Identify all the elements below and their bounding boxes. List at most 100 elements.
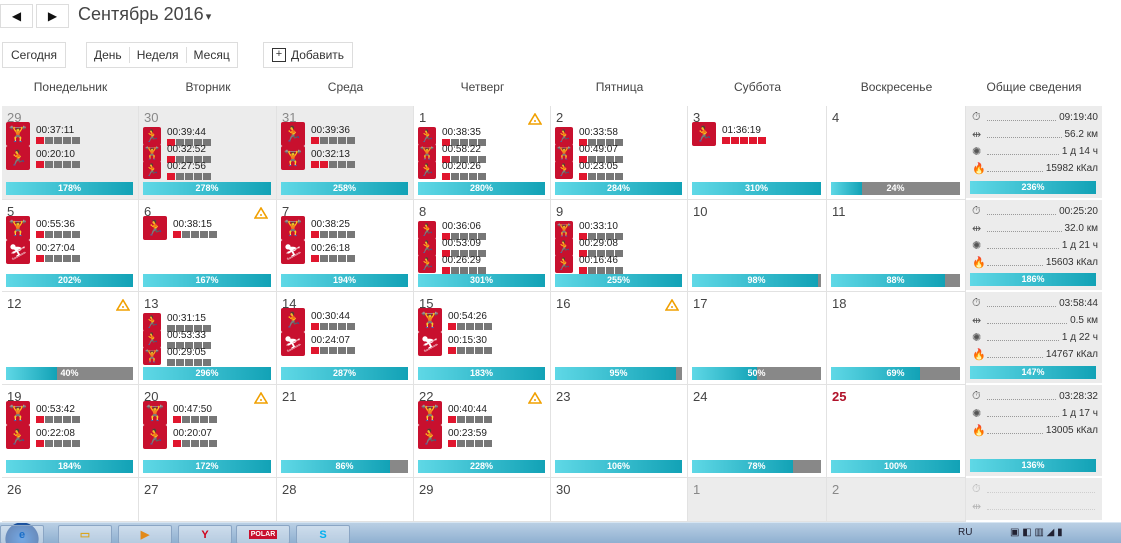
running-icon: 🏃 xyxy=(143,216,167,240)
add-button[interactable]: + Добавить xyxy=(263,42,354,68)
training-load-indicator xyxy=(311,254,355,262)
warning-icon[interactable] xyxy=(253,391,269,404)
day-cell[interactable]: 8 🏃 00:36:06 🏃 00:53:09 🏃 00:26:29 301% xyxy=(414,200,551,292)
activity-entry[interactable]: ⛷ 00:24:07 xyxy=(281,332,355,356)
day-cell[interactable]: 6 🏃 00:38:15 167% xyxy=(139,200,277,292)
day-cell[interactable]: 23 106% xyxy=(551,385,688,478)
taskbar-app[interactable]: Y xyxy=(178,525,232,543)
activity-entry[interactable]: 🏋 00:37:11 xyxy=(6,122,80,146)
activity-entry[interactable]: 🏋 00:29:05 xyxy=(143,346,211,366)
day-cell[interactable]: 19 🏋 00:53:42 🏃 00:22:08 184% xyxy=(2,385,139,478)
activity-details: 00:55:36 xyxy=(36,219,80,238)
day-cell[interactable]: 21 86% xyxy=(277,385,414,478)
day-cell[interactable]: 1 🏃 00:38:35 🏋 00:58:22 🏃 00:20:26 280% xyxy=(414,106,551,200)
day-cell[interactable]: 22 🏋 00:40:44 🏃 00:23:59 228% xyxy=(414,385,551,478)
day-cell[interactable]: 17 50% xyxy=(688,292,827,385)
day-cell[interactable]: 2 🏃 00:33:58 🏋 00:49:07 🏃 00:23:05 284% xyxy=(551,106,688,200)
day-cell[interactable]: 2 xyxy=(827,478,966,522)
warning-icon[interactable] xyxy=(664,298,680,311)
skiing-icon: ⛷ xyxy=(6,240,30,264)
day-number: 9 xyxy=(556,204,564,219)
day-cell[interactable]: 11 88% xyxy=(827,200,966,292)
activity-entry[interactable]: 🏋 00:32:13 xyxy=(281,146,355,170)
day-cell[interactable]: 4 24% xyxy=(827,106,966,200)
activity-entry[interactable]: 🏋 00:54:26 xyxy=(418,308,492,332)
day-cell[interactable]: 20 🏋 00:47:50 🏃 00:20:07 172% xyxy=(139,385,277,478)
view-month-button[interactable]: Месяц xyxy=(187,47,237,63)
day-cell[interactable]: 30 xyxy=(551,478,688,522)
training-load-label: 95% xyxy=(609,368,628,378)
activity-entry[interactable]: 🏃 00:20:10 xyxy=(6,146,80,170)
activity-entry[interactable]: 🏃 00:26:29 xyxy=(418,254,486,274)
warning-icon[interactable] xyxy=(253,206,269,219)
prev-month-button[interactable]: ◀ xyxy=(0,4,33,28)
training-load-label: 167% xyxy=(195,275,219,285)
activity-entry[interactable]: 🏋 00:55:36 xyxy=(6,216,80,240)
taskbar-app[interactable]: e xyxy=(0,525,44,543)
training-load-label: 106% xyxy=(606,461,631,471)
activity-entry[interactable]: 🏃 00:16:46 xyxy=(555,254,623,274)
today-button[interactable]: Сегодня xyxy=(2,42,66,68)
next-month-button[interactable]: ▶ xyxy=(36,4,69,28)
training-load-bar: 287% xyxy=(281,367,408,380)
activity-entry[interactable]: ⛷ 00:26:18 xyxy=(281,240,355,264)
day-cell[interactable]: 27 xyxy=(139,478,277,522)
activity-entry[interactable]: ⛷ 00:27:04 xyxy=(6,240,80,264)
activity-entry[interactable]: 🏋 00:47:50 xyxy=(143,401,217,425)
day-cell[interactable]: 31 🏃 00:39:36 🏋 00:32:13 258% xyxy=(277,106,414,200)
activity-entry[interactable]: 🏃 00:20:07 xyxy=(143,425,217,449)
day-cell[interactable]: 14 🏃 00:30:44 ⛷ 00:24:07 287% xyxy=(277,292,414,385)
day-cell[interactable]: 13 🏃 00:31:15 🏃 00:53:33 🏋 00:29:05 296% xyxy=(139,292,277,385)
day-cell[interactable]: 9 🏋 00:33:10 🏃 00:29:08 🏃 00:16:46 255% xyxy=(551,200,688,292)
day-cell[interactable]: 1 xyxy=(688,478,827,522)
day-cell[interactable]: 7 🏋 00:38:25 ⛷ 00:26:18 194% xyxy=(277,200,414,292)
summary-row: ⇹ 32.0 км xyxy=(972,221,1098,235)
view-day-button[interactable]: День xyxy=(87,47,130,63)
day-cell[interactable]: 12 40% xyxy=(2,292,139,385)
warning-icon[interactable] xyxy=(115,298,131,311)
training-load-label: 284% xyxy=(606,183,631,193)
training-load-bar: 202% xyxy=(6,274,133,287)
day-cell[interactable]: 29 🏋 00:37:11 🏃 00:20:10 178% xyxy=(2,106,139,200)
day-cell[interactable]: 25 100% xyxy=(827,385,966,478)
warning-icon[interactable] xyxy=(527,391,543,404)
activity-entry[interactable]: 🏋 00:40:44 xyxy=(418,401,492,425)
day-cell[interactable]: 5 🏋 00:55:36 ⛷ 00:27:04 202% xyxy=(2,200,139,292)
day-cell[interactable]: 30 🏃 00:39:44 🏋 00:32:52 🏃 00:27:56 278% xyxy=(139,106,277,200)
taskbar-app[interactable]: ▶ xyxy=(118,525,172,543)
activity-entry[interactable]: 🏃 00:30:44 xyxy=(281,308,355,332)
column-header: Общие сведения xyxy=(986,80,1082,94)
leader-dots xyxy=(987,299,1057,307)
activity-entry[interactable]: 🏃 00:39:36 xyxy=(281,122,355,146)
activity-entry[interactable]: 🏋 00:53:42 xyxy=(6,401,80,425)
day-cell[interactable]: 24 78% xyxy=(688,385,827,478)
day-cell[interactable]: 16 95% xyxy=(551,292,688,385)
day-cell[interactable]: 10 98% xyxy=(688,200,827,292)
activity-entry[interactable]: 🏃 00:23:59 xyxy=(418,425,492,449)
activity-entry[interactable]: 🏃 01:36:19 xyxy=(692,122,766,146)
training-load-indicator xyxy=(36,415,80,423)
activity-entry[interactable]: 🏃 00:20:26 xyxy=(418,160,486,180)
activity-entry[interactable]: 🏃 00:27:56 xyxy=(143,160,211,180)
day-cell[interactable]: 26 xyxy=(2,478,139,522)
day-cell[interactable]: 29 xyxy=(414,478,551,522)
leader-dots xyxy=(987,164,1043,172)
taskbar-app[interactable]: S xyxy=(296,525,350,543)
day-cell[interactable]: 28 xyxy=(277,478,414,522)
summary-row: 🔥 15982 кКал xyxy=(972,161,1098,175)
taskbar-app[interactable]: POLAR xyxy=(236,525,290,543)
day-cell[interactable]: 18 69% xyxy=(827,292,966,385)
day-cell[interactable]: 15 🏋 00:54:26 ⛷ 00:15:30 183% xyxy=(414,292,551,385)
activity-entry[interactable]: 🏋 00:38:25 xyxy=(281,216,355,240)
taskbar-app[interactable]: ▭ xyxy=(58,525,112,543)
language-indicator[interactable]: RU xyxy=(958,527,972,538)
warning-icon[interactable] xyxy=(527,112,543,125)
day-cell[interactable]: 3 🏃 01:36:19 310% xyxy=(688,106,827,200)
activity-entry[interactable]: 🏃 00:38:15 xyxy=(143,216,217,240)
activity-entry[interactable]: 🏃 00:22:08 xyxy=(6,425,80,449)
month-title: Сентябрь 2016 xyxy=(78,4,204,24)
month-selector[interactable]: Сентябрь 2016 ▾ xyxy=(78,4,211,25)
view-week-button[interactable]: Неделя xyxy=(130,47,187,63)
activity-entry[interactable]: 🏃 00:23:05 xyxy=(555,160,623,180)
activity-entry[interactable]: ⛷ 00:15:30 xyxy=(418,332,492,356)
